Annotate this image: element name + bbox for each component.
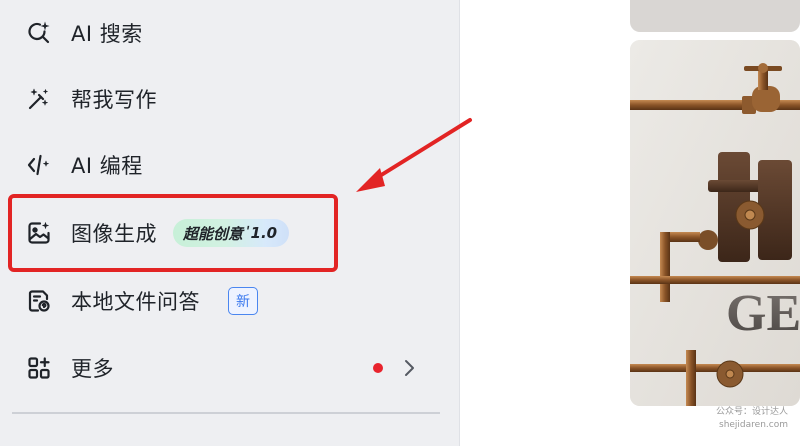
creative-version-badge: 超能创意 ʹ1.0 [173,219,290,247]
chevron-right-icon[interactable] [398,357,420,379]
ai-search-icon [26,20,52,46]
sidebar-item-label: AI 编程 [71,154,143,178]
badge-version: ʹ1.0 [246,224,278,242]
sidebar-divider [12,412,440,414]
watermark: 公众号：设计达人 shejidaren.com [700,406,800,432]
watermark-line-2: shejidaren.com [719,420,788,430]
sidebar: AI 搜索 帮我写作 AI 编程 图像生成 超能创意 ʹ1.0 本地文件问答 新… [0,0,459,446]
image-sparkle-icon [26,220,52,246]
watermark-line-1: 公众号：设计达人 [715,407,788,417]
annotation-arrow-icon [356,118,472,192]
image-text-ge: GE [726,285,800,342]
sidebar-item-local-file-qa[interactable]: 本地文件问答 新 [0,279,440,323]
code-icon [26,152,52,178]
sidebar-item-label: 图像生成 [71,222,157,246]
image-thumbnail-top[interactable] [630,0,800,32]
new-badge: 新 [228,287,258,315]
sidebar-item-label: 本地文件问答 [71,290,200,314]
sidebar-item-label: AI 搜索 [71,22,143,46]
generated-image-preview[interactable]: GE [630,40,800,406]
sidebar-item-ai-search[interactable]: AI 搜索 [0,11,440,55]
sidebar-item-more[interactable]: 更多 [0,346,440,390]
magic-pen-icon [26,86,52,112]
local-file-icon [26,288,52,314]
sidebar-item-image-generation[interactable]: 图像生成 超能创意 ʹ1.0 [0,211,440,255]
sidebar-item-label: 更多 [71,357,114,381]
grid-plus-icon [26,355,52,381]
badge-text: 超能创意 [183,224,244,243]
notification-dot [373,363,383,373]
badge-version-number: 1.0 [250,224,278,242]
sidebar-item-label: 帮我写作 [71,88,157,112]
